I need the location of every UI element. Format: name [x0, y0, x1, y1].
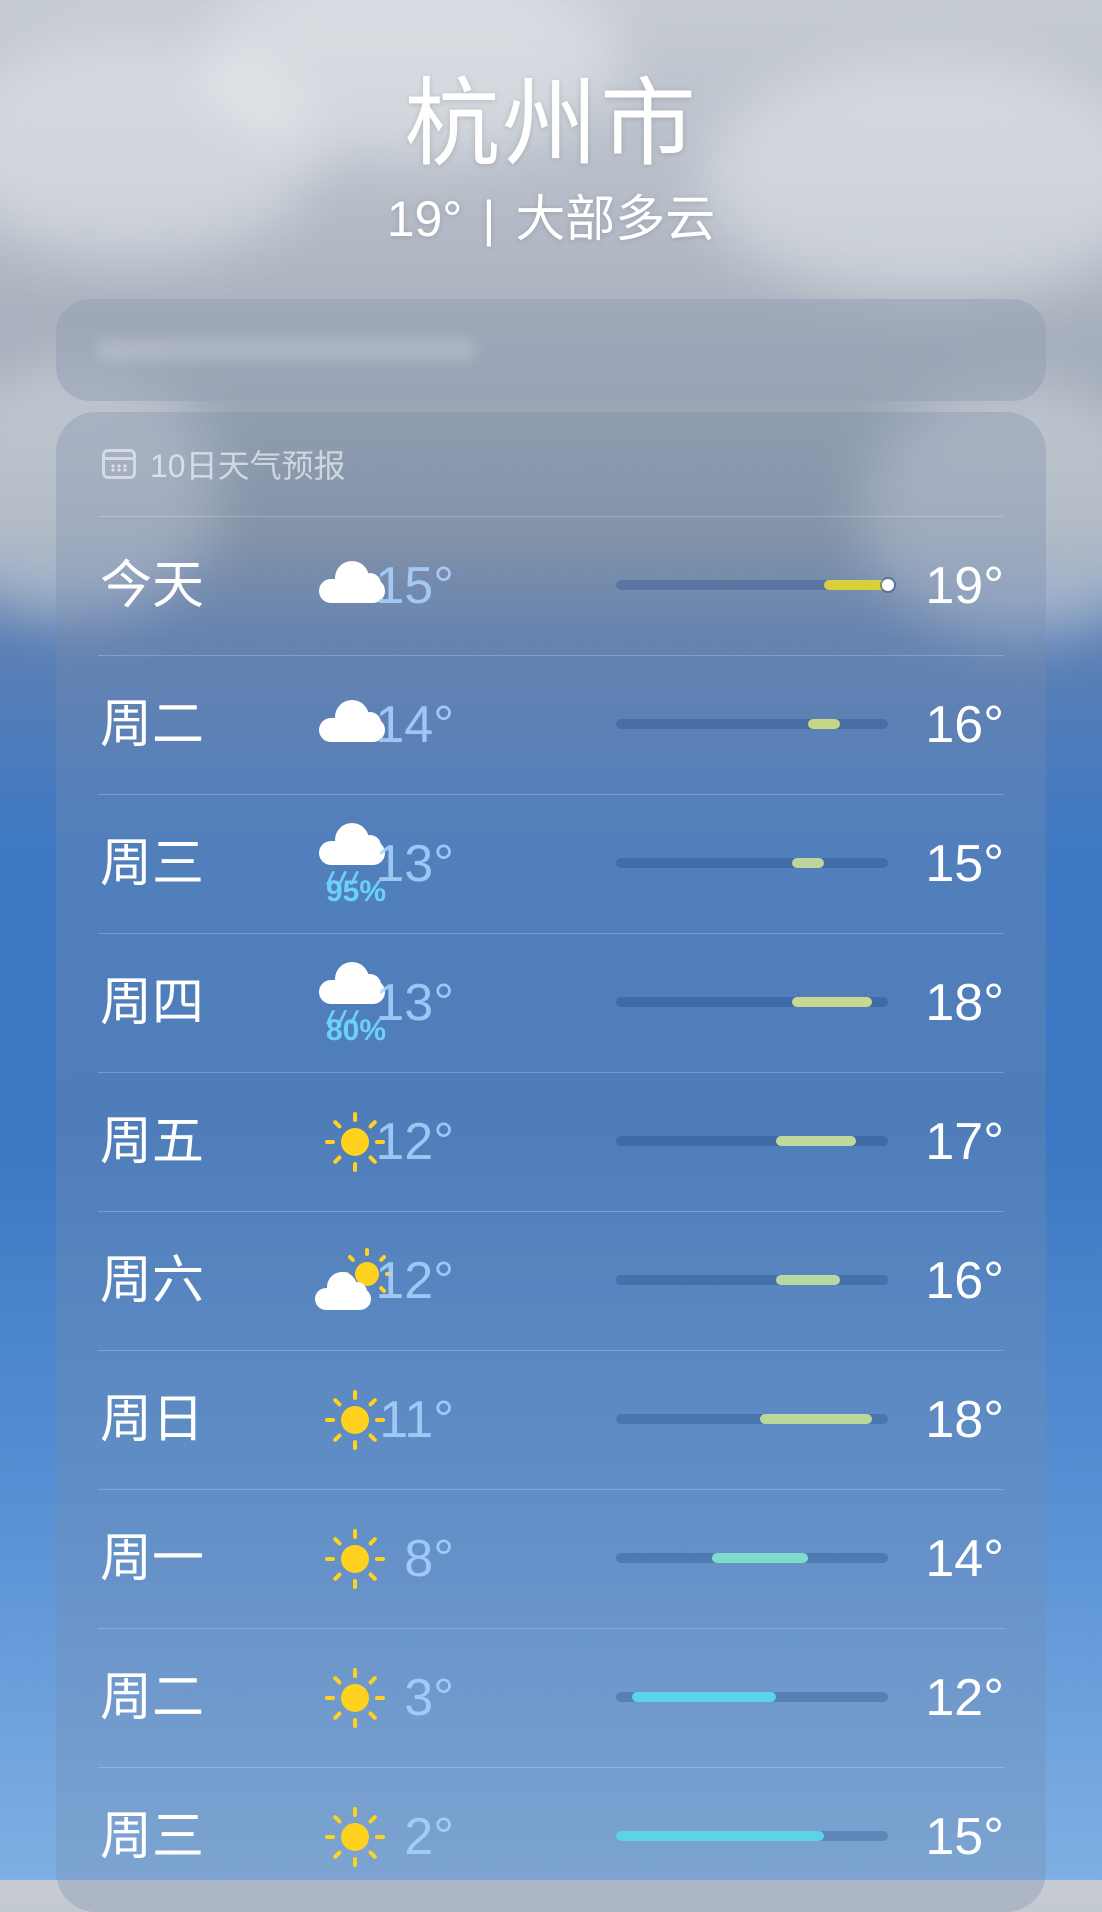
current-temperature: 19°: [386, 191, 463, 247]
temperature-range-bar: [616, 719, 888, 729]
forecast-row[interactable]: 周二 3° 12°: [98, 1628, 1004, 1767]
high-temperature: 12°: [925, 1669, 1004, 1727]
temperature-range-fill: [632, 1692, 776, 1702]
current-temperature-dot: [882, 579, 894, 591]
forecast-row[interactable]: 周五 12° 17°: [98, 1072, 1004, 1211]
conditions-separator: |: [482, 191, 496, 247]
high-temperature: 19°: [925, 557, 1004, 615]
forecast-day-label: 周二: [100, 696, 205, 754]
temperature-range-bar: [616, 1692, 888, 1702]
low-temperature: 2°: [404, 1808, 454, 1866]
forecast-row[interactable]: 周一 8° 14°: [98, 1489, 1004, 1628]
temperature-range-fill: [792, 997, 872, 1007]
temperature-range-bar: [616, 1414, 888, 1424]
high-temperature: 16°: [925, 696, 1004, 754]
forecast-row[interactable]: 周二 14° 16°: [98, 655, 1004, 794]
forecast-header: 10日天气预报: [102, 442, 346, 486]
temperature-range-fill: [616, 1831, 824, 1841]
forecast-day-label: 周六: [100, 1252, 205, 1310]
city-name: 杭州市: [404, 71, 698, 178]
low-temperature: 11°: [379, 1391, 454, 1449]
forecast-day-label: 周三: [100, 835, 205, 893]
calendar-icon: [102, 449, 136, 479]
temperature-range-fill: [792, 858, 824, 868]
high-temperature: 17°: [925, 1113, 1004, 1171]
weather-icon-slot: [313, 1490, 399, 1628]
low-temperature: 15°: [375, 557, 454, 615]
forecast-day-label: 周三: [100, 1808, 205, 1866]
temperature-range-fill: [776, 1275, 840, 1285]
temperature-range-bar: [616, 1136, 888, 1146]
forecast-day-label: 周五: [100, 1113, 205, 1171]
low-temperature: 14°: [375, 696, 454, 754]
low-temperature: 12°: [375, 1252, 454, 1310]
weather-icon-slot: [313, 1629, 399, 1767]
forecast-title: 10日天气预报: [150, 448, 346, 484]
ten-day-forecast-card[interactable]: 10日天气预报 今天 15° 19° 周二 14° 16° 周三 95% 13° 15° 周四 80%…: [56, 412, 1046, 1912]
forecast-day-label: 今天: [100, 557, 205, 615]
temperature-range-bar: [616, 858, 888, 868]
forecast-row[interactable]: 周六 12° 16°: [98, 1211, 1004, 1350]
temperature-range-bar: [616, 997, 888, 1007]
blurred-summary-card[interactable]: [56, 299, 1046, 401]
temperature-range-bar: [616, 579, 894, 591]
high-temperature: 18°: [925, 1391, 1004, 1449]
low-temperature: 3°: [404, 1669, 454, 1727]
temperature-range-fill: [808, 719, 840, 729]
sun-icon: [325, 1390, 385, 1450]
temperature-range-bar: [616, 1831, 888, 1841]
high-temperature: 18°: [925, 974, 1004, 1032]
forecast-day-label: 周日: [100, 1391, 205, 1449]
condition-text: 大部多云: [515, 191, 716, 247]
forecast-day-label: 周二: [100, 1669, 205, 1727]
forecast-row[interactable]: 周四 80% 13° 18°: [98, 933, 1004, 1072]
blurred-text: [96, 339, 476, 361]
forecast-row[interactable]: 今天 15° 19°: [98, 516, 1004, 655]
high-temperature: 14°: [925, 1530, 1004, 1588]
high-temperature: 16°: [925, 1252, 1004, 1310]
temperature-range-fill: [824, 580, 888, 590]
low-temperature: 13°: [375, 835, 454, 893]
forecast-row[interactable]: 周三 2° 15°: [98, 1767, 1004, 1906]
high-temperature: 15°: [925, 1808, 1004, 1866]
forecast-day-label: 周一: [100, 1530, 205, 1588]
temperature-range-fill: [712, 1553, 808, 1563]
forecast-row[interactable]: 周日 11° 18°: [98, 1350, 1004, 1489]
sun-icon: [325, 1529, 385, 1589]
temperature-range-bar: [616, 1275, 888, 1285]
low-temperature: 13°: [375, 974, 454, 1032]
sun-icon: [325, 1668, 385, 1728]
high-temperature: 15°: [925, 835, 1004, 893]
sun-icon: [325, 1807, 385, 1867]
temperature-range-fill: [776, 1136, 856, 1146]
low-temperature: 8°: [404, 1530, 454, 1588]
forecast-list: 今天 15° 19° 周二 14° 16° 周三 95% 13° 15° 周四 80% 13° 18° 周五…: [98, 516, 1004, 1906]
forecast-day-label: 周四: [100, 974, 205, 1032]
temperature-range-bar: [616, 1553, 888, 1563]
current-conditions: 19° | 大部多云: [0, 184, 1102, 254]
forecast-row[interactable]: 周三 95% 13° 15°: [98, 794, 1004, 933]
cloud-shape: [315, 1272, 371, 1310]
temperature-range-fill: [760, 1414, 872, 1424]
weather-icon-slot: [313, 1768, 399, 1906]
low-temperature: 12°: [375, 1113, 454, 1171]
location-header: 杭州市 19° | 大部多云: [0, 70, 1102, 254]
